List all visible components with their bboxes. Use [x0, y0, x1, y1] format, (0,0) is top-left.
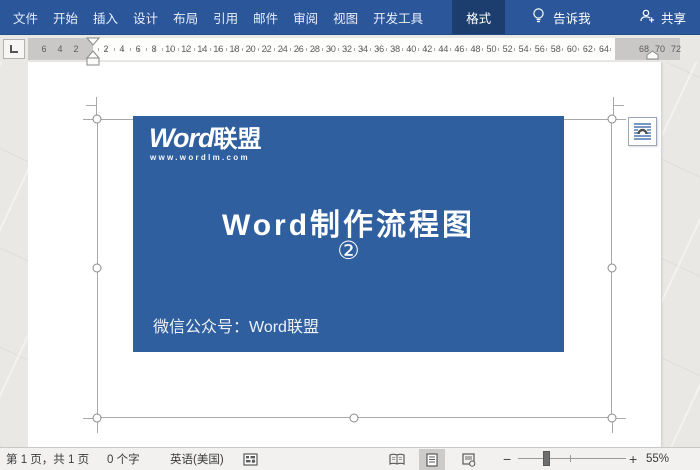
ruler-number: 18	[230, 44, 240, 54]
page-indicator[interactable]: 第 1 页，共 1 页	[6, 448, 89, 470]
ribbon-tab-1[interactable]: 文件	[13, 0, 38, 34]
lightbulb-icon	[531, 7, 546, 27]
ruler-number: 56	[535, 44, 545, 54]
ruler-number: 14	[197, 44, 207, 54]
ribbon-tab-7[interactable]: 邮件	[253, 0, 278, 34]
handle-bottom-left[interactable]	[93, 414, 102, 423]
ribbon-tab-bar: 文件开始插入设计布局引用邮件审阅视图开发工具格式 告诉我 共享	[0, 0, 700, 35]
ruler-number: 16	[213, 44, 223, 54]
ruler-number: 24	[278, 44, 288, 54]
ruler-number: 8	[152, 44, 157, 54]
ruler-number: 72	[671, 44, 681, 54]
zoom-level[interactable]: 55%	[646, 448, 669, 470]
handle-top-right[interactable]	[608, 115, 617, 124]
left-tab-icon	[10, 45, 18, 53]
person-add-icon	[639, 8, 656, 27]
document-area: Word联盟 www.wordlm.com Word制作流程图 ② 微信公众号：…	[0, 62, 700, 447]
handle-bottom-middle[interactable]	[350, 414, 359, 423]
layout-options-button[interactable]	[628, 117, 657, 146]
ruler-number: 36	[374, 44, 384, 54]
right-indent-marker[interactable]	[646, 50, 659, 60]
ribbon-tab-6[interactable]: 引用	[213, 0, 238, 34]
ribbon-tab-8[interactable]: 审阅	[293, 0, 318, 34]
ruler-number: 4	[120, 44, 125, 54]
zoom-slider-thumb[interactable]	[543, 451, 550, 466]
ruler-number: 12	[181, 44, 191, 54]
ruler-number: 6	[41, 44, 46, 54]
ruler-number: 46	[454, 44, 464, 54]
ribbon-tab-5[interactable]: 布局	[173, 0, 198, 34]
ribbon-tab-4[interactable]: 设计	[133, 0, 158, 34]
ruler-number: 48	[470, 44, 480, 54]
zoom-out-button[interactable]: −	[503, 448, 511, 470]
ruler-number: 28	[310, 44, 320, 54]
ruler-number: 10	[165, 44, 175, 54]
ruler-number: 54	[519, 44, 529, 54]
ribbon-tabs: 文件开始插入设计布局引用邮件审阅视图开发工具格式	[0, 0, 505, 34]
read-mode-button[interactable]	[384, 449, 410, 470]
ribbon-tab-10[interactable]: 开发工具	[373, 0, 423, 34]
macro-record-button[interactable]	[243, 448, 258, 470]
ruler-number: 42	[422, 44, 432, 54]
ruler-number: 2	[73, 44, 78, 54]
horizontal-ruler: 6422468101214161820222426283032343638404…	[28, 38, 680, 60]
ruler-number: 44	[438, 44, 448, 54]
ribbon-tab-2[interactable]: 开始	[53, 0, 78, 34]
left-indent-markers[interactable]	[86, 37, 100, 67]
zoom-in-button[interactable]: +	[629, 448, 637, 470]
ruler-number: 38	[390, 44, 400, 54]
ruler-number: 60	[567, 44, 577, 54]
ruler-number: 22	[262, 44, 272, 54]
print-layout-button[interactable]	[419, 449, 445, 470]
tell-me-button[interactable]: 告诉我	[531, 0, 591, 34]
ruler-number: 2	[103, 44, 108, 54]
zoom-slider-track[interactable]	[518, 458, 626, 459]
tell-me-label: 告诉我	[553, 8, 591, 27]
share-label: 共享	[661, 8, 686, 27]
ruler-number: 6	[136, 44, 141, 54]
banner-logo-word: Word	[149, 123, 214, 153]
margin-mark	[613, 105, 624, 106]
web-layout-icon	[462, 453, 476, 467]
ruler-number: 62	[583, 44, 593, 54]
macro-record-icon	[243, 453, 258, 466]
word-window: 文件开始插入设计布局引用邮件审阅视图开发工具格式 告诉我 共享	[0, 0, 700, 470]
zoom-slider-notch	[570, 455, 571, 462]
handle-middle-left[interactable]	[93, 264, 102, 273]
ribbon-tab-3[interactable]: 插入	[93, 0, 118, 34]
banner-number: ②	[133, 236, 564, 266]
text-wrap-icon	[633, 122, 652, 141]
tab-stop-selector[interactable]	[3, 39, 25, 59]
ruler-number: 50	[487, 44, 497, 54]
banner-logo-cn: 联盟	[214, 126, 262, 153]
print-layout-icon	[426, 453, 438, 467]
ruler-number: 32	[342, 44, 352, 54]
banner-footer: 微信公众号：Word联盟	[153, 313, 319, 337]
ruler-number: 64	[599, 44, 609, 54]
ruler-number: 52	[503, 44, 513, 54]
ruler-number: 20	[246, 44, 256, 54]
banner-logo: Word联盟	[149, 125, 262, 152]
ruler-number: 40	[406, 44, 416, 54]
ruler-number: 30	[326, 44, 336, 54]
banner-image[interactable]: Word联盟 www.wordlm.com Word制作流程图 ② 微信公众号：…	[133, 116, 564, 352]
language-indicator[interactable]: 英语(美国)	[170, 448, 224, 470]
handle-middle-right[interactable]	[608, 264, 617, 273]
ruler-number: 58	[551, 44, 561, 54]
web-layout-button[interactable]	[456, 449, 482, 470]
handle-top-left[interactable]	[93, 115, 102, 124]
ruler-number: 26	[294, 44, 304, 54]
ribbon-tab-11[interactable]: 格式	[452, 0, 505, 34]
share-button[interactable]: 共享	[639, 0, 686, 34]
banner-site-url: www.wordlm.com	[150, 153, 250, 162]
ruler-number: 34	[358, 44, 368, 54]
handle-bottom-right[interactable]	[608, 414, 617, 423]
ruler-number: 4	[57, 44, 62, 54]
word-count[interactable]: 0 个字	[107, 448, 140, 470]
ribbon-tab-9[interactable]: 视图	[333, 0, 358, 34]
read-mode-icon	[389, 453, 405, 466]
